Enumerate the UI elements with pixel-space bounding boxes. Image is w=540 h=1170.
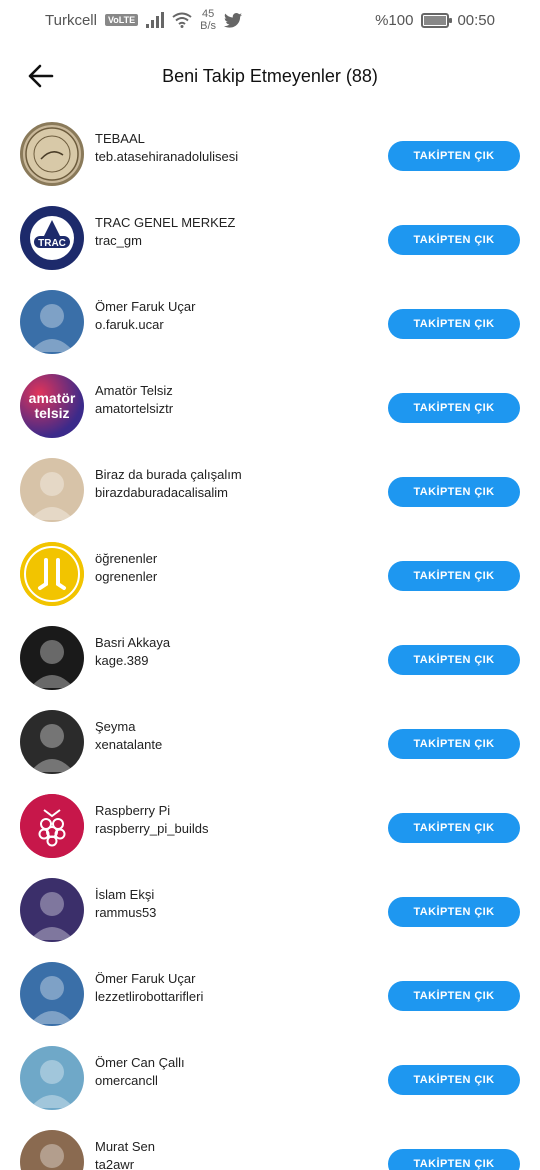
list-item[interactable]: İslam Ekşi rammus53 TAKİPTEN ÇIK xyxy=(0,868,540,952)
back-arrow-icon[interactable] xyxy=(26,62,56,90)
volte-badge: VoLTE xyxy=(104,14,139,26)
avatar[interactable] xyxy=(20,878,84,942)
user-handle[interactable]: kage.389 xyxy=(95,653,149,668)
list-item[interactable]: Raspberry Pi raspberry_pi_builds TAKİPTEN … xyxy=(0,784,540,868)
trac-logo-icon: TRAC xyxy=(22,208,82,268)
avatar[interactable] xyxy=(20,542,84,606)
user-display-name[interactable]: Basri Akkaya xyxy=(95,635,170,650)
raspberry-icon xyxy=(20,794,84,858)
trac-logo-text: TRAC xyxy=(38,238,66,249)
battery-percent: %100 xyxy=(375,11,414,29)
avatar[interactable] xyxy=(20,290,84,354)
person-photo-icon xyxy=(30,724,74,772)
user-display-name[interactable]: TEBAAL xyxy=(95,131,145,146)
avatar[interactable] xyxy=(20,1046,84,1110)
list-item[interactable]: Biraz da burada çalışalım birazdaburadaca… xyxy=(0,448,540,532)
unfollow-button[interactable]: TAKİPTEN ÇIK xyxy=(388,1149,520,1170)
network-speed-value: 45 xyxy=(201,8,215,20)
avatar[interactable]: amatör telsiz xyxy=(20,374,84,438)
list-item[interactable]: Ömer Faruk Uçar o.faruk.ucar TAKİPTEN ÇIK xyxy=(0,280,540,364)
user-handle[interactable]: lezzetlirobottarifleri xyxy=(95,989,203,1004)
clock: 00:50 xyxy=(457,11,495,29)
ogrenenler-logo-icon xyxy=(20,542,84,606)
school-seal-icon xyxy=(25,127,79,181)
person-photo-icon xyxy=(30,1060,74,1108)
carrier-name: Turkcell xyxy=(45,11,97,29)
twitter-icon xyxy=(224,12,243,28)
user-handle[interactable]: ogrenenler xyxy=(95,569,157,584)
user-handle[interactable]: birazdaburadacalisalim xyxy=(95,485,228,500)
user-handle[interactable]: ta2awr xyxy=(95,1157,134,1170)
person-photo-icon xyxy=(30,892,74,940)
avatar[interactable] xyxy=(20,122,84,186)
list-item[interactable]: Ömer Can Çallı omercancll TAKİPTEN ÇIK xyxy=(0,1036,540,1120)
list-item[interactable]: Murat Sen ta2awr TAKİPTEN ÇIK xyxy=(0,1120,540,1170)
user-handle[interactable]: raspberry_pi_builds xyxy=(95,821,208,836)
user-handle[interactable]: amatortelsiztr xyxy=(95,401,173,416)
avatar[interactable] xyxy=(20,1130,84,1170)
person-photo-icon xyxy=(30,976,74,1024)
user-handle[interactable]: trac_gm xyxy=(95,233,142,248)
unfollow-button[interactable]: TAKİPTEN ÇIK xyxy=(388,645,520,675)
user-display-name[interactable]: Ömer Faruk Uçar xyxy=(95,971,195,986)
list-item[interactable]: TEBAAL teb.atasehiranadolulisesi TAKİPTEN … xyxy=(0,112,540,196)
unfollow-button[interactable]: TAKİPTEN ÇIK xyxy=(388,981,520,1011)
avatar[interactable] xyxy=(20,626,84,690)
user-handle[interactable]: omercancll xyxy=(95,1073,158,1088)
amator-logo-line-2: telsiz xyxy=(34,405,70,421)
amator-logo-line-1: amatör xyxy=(28,390,76,406)
user-display-name[interactable]: TRAC GENEL MERKEZ xyxy=(95,215,235,230)
unfollow-button[interactable]: TAKİPTEN ÇIK xyxy=(388,813,520,843)
unfollow-button[interactable]: TAKİPTEN ÇIK xyxy=(388,897,520,927)
person-photo-icon xyxy=(30,472,74,520)
user-display-name[interactable]: Ömer Can Çallı xyxy=(95,1055,185,1070)
unfollow-button[interactable]: TAKİPTEN ÇIK xyxy=(388,309,520,339)
list-item[interactable]: amatör telsiz Amatör Telsiz amatortelsiztr T… xyxy=(0,364,540,448)
person-photo-icon xyxy=(30,640,74,688)
user-display-name[interactable]: Amatör Telsiz xyxy=(95,383,173,398)
avatar[interactable] xyxy=(20,458,84,522)
unfollow-button[interactable]: TAKİPTEN ÇIK xyxy=(388,561,520,591)
person-photo-icon xyxy=(30,304,74,352)
user-display-name[interactable]: Raspberry Pi xyxy=(95,803,170,818)
list-item[interactable]: Ömer Faruk Uçar lezzetlirobottarifleri TAK… xyxy=(0,952,540,1036)
wifi-icon xyxy=(172,12,192,28)
network-speed: 45 B/s xyxy=(200,8,216,32)
unfollow-button[interactable]: TAKİPTEN ÇIK xyxy=(388,225,520,255)
list-item[interactable]: TRAC TRAC GENEL MERKEZ trac_gm TAKİPTEN ÇIK xyxy=(0,196,540,280)
app-header: Beni Takip Etmeyenler (88) xyxy=(0,40,540,112)
battery-icon xyxy=(421,12,453,28)
unfollow-button[interactable]: TAKİPTEN ÇIK xyxy=(388,477,520,507)
list-item[interactable]: Basri Akkaya kage.389 TAKİPTEN ÇIK xyxy=(0,616,540,700)
user-handle[interactable]: rammus53 xyxy=(95,905,156,920)
avatar[interactable] xyxy=(20,710,84,774)
user-display-name[interactable]: Ömer Faruk Uçar xyxy=(95,299,195,314)
avatar[interactable]: TRAC xyxy=(20,206,84,270)
unfollow-button[interactable]: TAKİPTEN ÇIK xyxy=(388,141,520,171)
user-display-name[interactable]: öğrenenler xyxy=(95,551,157,566)
unfollow-button[interactable]: TAKİPTEN ÇIK xyxy=(388,729,520,759)
list-item[interactable]: Şeyma xenatalante TAKİPTEN ÇIK xyxy=(0,700,540,784)
status-bar: Turkcell VoLTE 45 B/s %100 00:50 xyxy=(0,0,540,40)
user-handle[interactable]: o.faruk.ucar xyxy=(95,317,164,332)
user-display-name[interactable]: Murat Sen xyxy=(95,1139,155,1154)
unfollow-button[interactable]: TAKİPTEN ÇIK xyxy=(388,393,520,423)
user-display-name[interactable]: Şeyma xyxy=(95,719,135,734)
list-item[interactable]: öğrenenler ogrenenler TAKİPTEN ÇIK xyxy=(0,532,540,616)
signal-icon xyxy=(146,12,165,28)
avatar[interactable] xyxy=(20,794,84,858)
user-handle[interactable]: teb.atasehiranadolulisesi xyxy=(95,149,238,164)
unfollow-button[interactable]: TAKİPTEN ÇIK xyxy=(388,1065,520,1095)
person-photo-icon xyxy=(40,1144,64,1168)
avatar[interactable] xyxy=(20,962,84,1026)
user-handle[interactable]: xenatalante xyxy=(95,737,162,752)
network-speed-unit: B/s xyxy=(200,20,217,32)
user-display-name[interactable]: İslam Ekşi xyxy=(95,887,154,902)
user-display-name[interactable]: Biraz da burada çalışalım xyxy=(95,467,242,482)
amator-logo-text: amatör telsiz xyxy=(29,391,76,421)
page-title: Beni Takip Etmeyenler (88) xyxy=(162,65,378,86)
